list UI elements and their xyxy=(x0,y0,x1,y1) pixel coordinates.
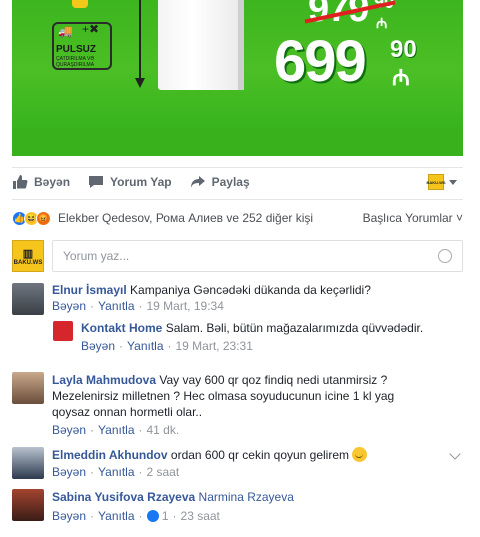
comment-time[interactable]: 23 saat xyxy=(181,509,220,523)
page-avatar-text: BAKU.WS xyxy=(426,179,446,185)
comment-like-link[interactable]: Bəyən xyxy=(52,299,86,313)
chevron-down-icon[interactable] xyxy=(449,448,461,460)
comment-text: Kampaniya Gəncədəki dükanda da keçərlidi… xyxy=(130,283,371,297)
comment-author[interactable]: Sabina Yusifova Rzayeva xyxy=(52,490,195,504)
comment-body: Sabina Yusifova Rzayeva Narmina Rzayeva xyxy=(52,489,432,505)
comment-button[interactable]: Yorum Yap xyxy=(88,175,172,189)
height-arrow xyxy=(139,0,141,80)
avatar[interactable] xyxy=(12,283,44,315)
reply-meta: Bəyən · Yanıtla · 19 Mart, 23:31 xyxy=(81,339,253,353)
comment-body: Elnur İsmayıl Kampaniya Gəncədəki dükand… xyxy=(52,282,457,298)
comment-body: Layla Mahmudova Vay vay 600 qr qoz findi… xyxy=(52,372,404,420)
ad-logo-tab xyxy=(72,0,88,8)
page-avatar: BAKU.WS xyxy=(426,174,446,190)
comment-author[interactable]: Layla Mahmudova xyxy=(52,373,156,387)
comment-sort-dropdown[interactable]: Başlıca Yorumlar ˅ xyxy=(363,211,463,225)
avatar[interactable] xyxy=(12,447,44,479)
chevron-down-icon xyxy=(449,179,457,185)
new-price-fraction: 90 xyxy=(390,36,417,63)
like-label: Bəyən xyxy=(34,175,71,189)
ad-image[interactable]: 🚚 +✖ PULSUZ ÇATDIRILMA VƏ QURAŞDIRILMA 9… xyxy=(12,0,463,156)
divider xyxy=(12,167,463,168)
truck-icon: 🚚 xyxy=(58,24,73,38)
comment-reply-link[interactable]: Yanıtla xyxy=(98,509,134,523)
smile-emoji-icon xyxy=(352,447,368,462)
divider xyxy=(12,199,463,200)
angry-reaction-icon: 😡 xyxy=(36,210,51,226)
comment-text: ordan 600 qr cekin qoyun gelirem xyxy=(170,448,350,462)
comment-time[interactable]: 41 dk. xyxy=(147,423,180,437)
fridge-side xyxy=(238,0,244,90)
comment-author[interactable]: Elmeddin Akhundov xyxy=(52,448,168,462)
old-price-currency: ₼ xyxy=(376,15,388,31)
avatar[interactable] xyxy=(53,321,73,341)
comment-time[interactable]: 2 saat xyxy=(147,465,180,479)
comment-icon xyxy=(89,176,104,188)
like-count-icon xyxy=(146,510,159,522)
sort-label: Başlıca Yorumlar xyxy=(362,211,453,225)
comment-reply-link[interactable]: Yanıtla xyxy=(98,299,134,313)
new-price: 699 xyxy=(274,29,367,94)
tagged-user-link[interactable]: Narmina Rzayeva xyxy=(199,490,294,504)
avatar[interactable] xyxy=(12,372,44,404)
emoji-icon[interactable] xyxy=(438,249,452,263)
arrow-head-icon xyxy=(135,78,145,88)
new-price-currency: ₼ xyxy=(392,65,410,90)
reply-text: Salam. Bəli, bütün mağazalarımızda qüvvə… xyxy=(165,321,424,335)
comment-meta: Bəyən · Yanıtla · 1 · 23 saat xyxy=(52,509,220,523)
share-button[interactable]: Paylaş xyxy=(190,175,250,189)
comment-meta: Bəyən · Yanıtla · 19 Mart, 19:34 xyxy=(52,299,224,313)
comment-time[interactable]: 19 Mart, 19:34 xyxy=(147,299,224,313)
comment-like-count[interactable]: 1 xyxy=(162,509,169,523)
reactions-summary[interactable]: 👍 😆 😡 Elekber Qedesov, Рома Алиев ve 252… xyxy=(12,209,463,227)
like-button[interactable]: Bəyən xyxy=(12,175,70,189)
comment-meta: Bəyən · Yanıtla · 41 dk. xyxy=(52,423,180,437)
thumbs-up-icon xyxy=(13,175,28,189)
reply-body: Kontakt Home Salam. Bəli, bütün mağazala… xyxy=(81,320,461,336)
building-icon: ▥ xyxy=(22,247,34,260)
reply-author[interactable]: Kontakt Home xyxy=(81,321,162,335)
page-switcher[interactable]: BAKU.WS xyxy=(426,174,457,190)
ad-stripe xyxy=(12,128,463,156)
comment-input[interactable]: Yorum yaz... xyxy=(52,240,463,272)
comment-input-placeholder: Yorum yaz... xyxy=(63,249,130,263)
reactors-text[interactable]: Elekber Qedesov, Рома Алиев ve 252 diğer… xyxy=(58,211,313,225)
avatar-text: BAKU.WS xyxy=(13,259,43,266)
comment-reply-link[interactable]: Yanıtla xyxy=(98,423,134,437)
comment-label: Yorum Yap xyxy=(110,175,172,189)
comment-reply-link[interactable]: Yanıtla xyxy=(98,465,134,479)
reply-reply-link[interactable]: Yanıtla xyxy=(127,339,163,353)
reply-like-link[interactable]: Bəyən xyxy=(81,339,115,353)
delivery-title: PULSUZ xyxy=(56,44,96,55)
share-icon xyxy=(190,176,205,188)
comment-body: Elmeddin Akhundov ordan 600 qr cekin qoy… xyxy=(52,447,432,463)
comment-like-link[interactable]: Bəyən xyxy=(52,465,86,479)
avatar[interactable] xyxy=(12,489,44,521)
comment-like-link[interactable]: Bəyən xyxy=(52,423,86,437)
tools-icon: +✖ xyxy=(82,22,100,36)
fridge-image xyxy=(158,0,244,90)
reply-time[interactable]: 19 Mart, 23:31 xyxy=(176,339,253,353)
comment-author[interactable]: Elnur İsmayıl xyxy=(52,283,127,297)
comment-meta: Bəyən · Yanıtla · 2 saat xyxy=(52,465,180,479)
delivery-subtitle: ÇATDIRILMA VƏ QURAŞDIRILMA xyxy=(56,56,95,68)
comment-like-link[interactable]: Bəyən xyxy=(52,509,86,523)
avatar[interactable]: ▥ BAKU.WS xyxy=(12,240,44,272)
post-actions: Bəyən Yorum Yap Paylaş BAKU.WS xyxy=(12,170,463,194)
share-label: Paylaş xyxy=(211,175,250,189)
